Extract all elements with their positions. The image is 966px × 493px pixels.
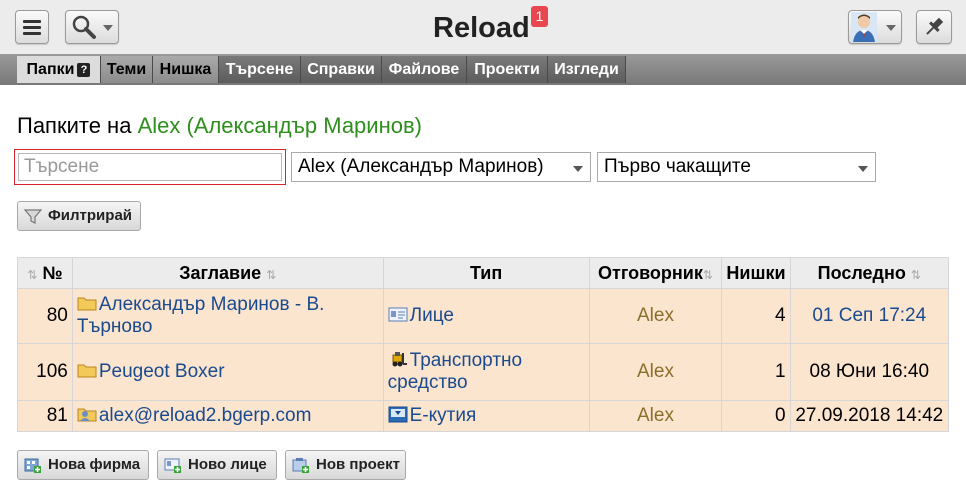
row-threads: 4	[721, 288, 791, 344]
row-type-cell: Лице	[382, 288, 590, 344]
row-threads: 1	[721, 343, 791, 401]
chevron-down-icon	[858, 166, 868, 172]
search-field-wrapper	[14, 149, 286, 185]
order-select[interactable]: Първо чакащите	[597, 152, 876, 182]
pin-button[interactable]	[916, 10, 952, 44]
new-company-icon	[24, 458, 41, 473]
new-person-icon	[164, 458, 181, 473]
user-menu-button[interactable]	[848, 10, 902, 44]
row-number: 81	[17, 400, 73, 432]
row-type-link[interactable]: Е-кутия	[410, 405, 477, 426]
sort-icon: ⇅	[910, 267, 921, 282]
column-header-no[interactable]: ⇅ №	[17, 257, 73, 289]
tab-thread[interactable]: Нишка	[153, 56, 219, 83]
row-type-link[interactable]: Транспортно средство	[388, 350, 522, 393]
row-title-cell: Александър Маринов - В. Търново	[71, 288, 384, 344]
main-menu-button[interactable]	[15, 10, 49, 44]
tab-reports[interactable]: Справки	[301, 56, 382, 83]
folders-table: ⇅ № Заглавие ⇅ Тип Отговорник⇅ Нишки Пос…	[17, 257, 950, 432]
user-select[interactable]: Alex (Александър Маринов)	[291, 152, 591, 182]
chevron-down-icon	[573, 166, 583, 172]
notification-badge[interactable]: 1	[531, 6, 548, 27]
page-title: Папките на Alex (Александър Маринов)	[17, 113, 422, 138]
row-title-link[interactable]: Александър Маринов - В. Търново	[77, 294, 325, 337]
tab-projects[interactable]: Проекти	[467, 56, 548, 83]
top-bar: Reload 1	[0, 0, 966, 54]
main-navigation: Папки? Теми Нишка Търсене Справки Файлов…	[0, 54, 966, 85]
chevron-down-icon	[886, 25, 896, 31]
row-responsible[interactable]: Alex	[588, 343, 723, 401]
id-card-icon	[388, 307, 408, 322]
sort-icon: ⇅	[702, 267, 713, 282]
avatar	[851, 12, 877, 42]
row-title-link[interactable]: Peugeot Boxer	[99, 361, 225, 382]
tab-topics[interactable]: Теми	[101, 56, 153, 83]
new-person-button[interactable]: Ново лице	[157, 450, 277, 480]
search-menu-button[interactable]	[65, 10, 119, 44]
new-project-icon	[292, 458, 309, 473]
tab-views[interactable]: Изгледи	[548, 56, 626, 83]
pin-icon	[926, 17, 944, 35]
sort-icon: ⇅	[27, 267, 38, 282]
funnel-icon	[24, 209, 42, 224]
inbox-icon	[388, 406, 408, 423]
user-folder-icon	[77, 408, 97, 422]
row-title-link[interactable]: alex@reload2.bgerp.com	[99, 405, 312, 426]
app-title: Reload	[433, 12, 530, 44]
row-title-cell: Peugeot Boxer	[71, 343, 384, 401]
row-number: 80	[17, 288, 73, 344]
table-header-row: ⇅ № Заглавие ⇅ Тип Отговорник⇅ Нишки Пос…	[17, 257, 950, 289]
forklift-icon	[392, 352, 407, 367]
table-row: 81 alex@reload2.bgerp.com Е-кутия Alex 0…	[17, 400, 950, 432]
chevron-down-icon	[103, 25, 113, 31]
new-project-button[interactable]: Нов проект	[285, 450, 406, 480]
page-title-user: Alex (Александър Маринов)	[137, 113, 422, 138]
column-header-title[interactable]: Заглавие ⇅	[71, 257, 384, 289]
search-input[interactable]	[18, 153, 282, 181]
help-icon[interactable]: ?	[77, 63, 91, 77]
row-last: 27.09.2018 14:42	[789, 400, 950, 432]
folder-icon	[77, 297, 97, 311]
row-responsible[interactable]: Alex	[588, 288, 723, 344]
column-header-threads: Нишки	[721, 257, 791, 289]
new-company-button[interactable]: Нова фирма	[17, 450, 149, 480]
column-header-type: Тип	[382, 257, 590, 289]
sort-icon: ⇅	[266, 267, 277, 282]
column-header-last[interactable]: Последно ⇅	[789, 257, 950, 289]
row-last-link[interactable]: 01 Сеп 17:24	[789, 288, 950, 344]
row-responsible[interactable]: Alex	[588, 400, 723, 432]
row-number: 106	[17, 343, 73, 401]
row-type-cell: Транспортно средство	[382, 343, 590, 401]
filter-button[interactable]: Филтрирай	[17, 201, 141, 231]
row-threads: 0	[721, 400, 791, 432]
row-type-cell: Е-кутия	[382, 400, 590, 432]
table-row: 80 Александър Маринов - В. Търново Лице …	[17, 288, 950, 344]
folder-icon	[77, 364, 97, 378]
tab-folders[interactable]: Папки?	[17, 56, 101, 83]
row-last: 08 Юни 16:40	[789, 343, 950, 401]
tab-files[interactable]: Файлове	[382, 56, 467, 83]
search-icon	[72, 15, 96, 39]
row-type-link[interactable]: Лице	[410, 305, 454, 326]
column-header-responsible[interactable]: Отговорник⇅	[588, 257, 723, 289]
tab-search[interactable]: Търсене	[219, 56, 301, 83]
row-title-cell: alex@reload2.bgerp.com	[71, 400, 384, 432]
table-row: 106 Peugeot Boxer Транспортно средство A…	[17, 343, 950, 401]
